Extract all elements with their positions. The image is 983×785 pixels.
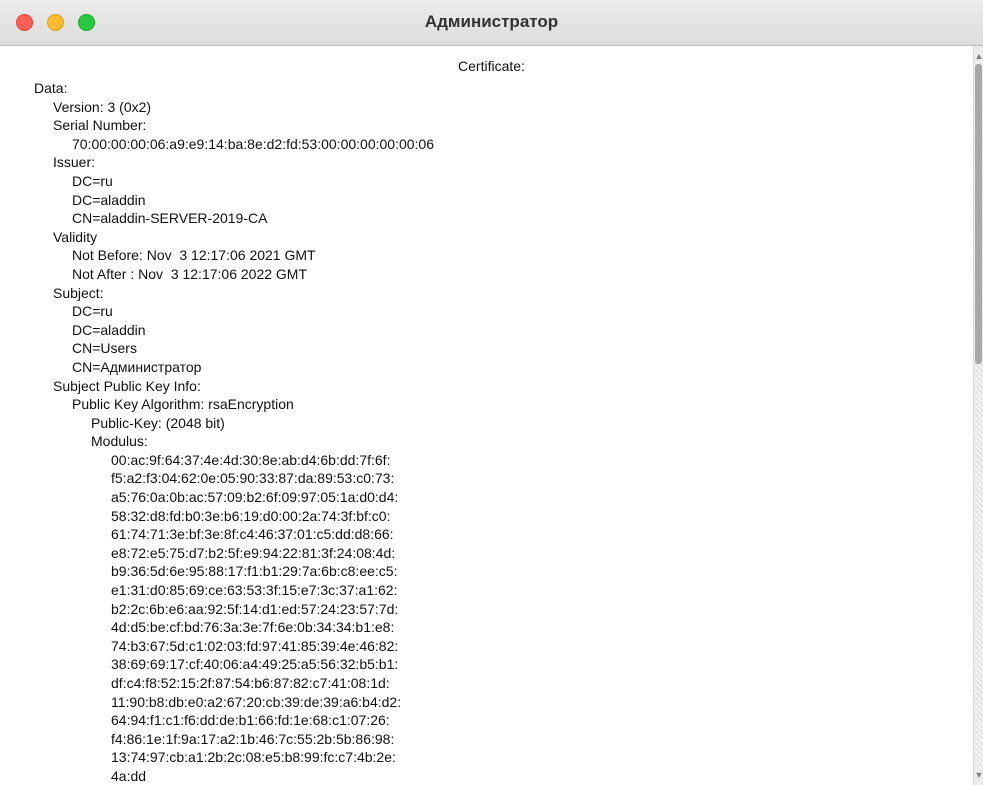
- certificate-header: Certificate:: [458, 58, 525, 74]
- certificate-line: e8:72:e5:75:d7:b2:5f:e9:94:22:81:3f:24:0…: [111, 544, 396, 561]
- certificate-line: CN=Users: [72, 340, 137, 357]
- certificate-line: 64:94:f1:c1:f6:dd:de:b1:66:fd:1e:68:c1:0…: [111, 712, 390, 729]
- chevron-down-icon[interactable]: ▼: [974, 769, 983, 781]
- certificate-line: e1:31:d0:85:69:ce:63:53:3f:15:e7:3c:37:a…: [111, 582, 398, 599]
- certificate-line: CN=Администратор: [72, 358, 202, 375]
- certificate-line: CN=aladdin-SERVER-2019-CA: [72, 210, 268, 227]
- certificate-line: Subject Public Key Info:: [53, 377, 201, 394]
- certificate-line: Version: 3 (0x2): [53, 98, 152, 115]
- certificate-line: a5:76:0a:0b:ac:57:09:b2:6f:09:97:05:1a:d…: [111, 489, 399, 506]
- window: Администратор Certificate: Data: Version:…: [0, 0, 983, 785]
- certificate-line: Issuer:: [53, 154, 96, 171]
- vertical-scrollbar[interactable]: ▲ ▼: [973, 46, 983, 785]
- certificate-line: b2:2c:6b:e6:aa:92:5f:14:d1:ed:57:24:23:5…: [111, 600, 399, 617]
- certificate-line: b9:36:5d:6e:95:88:17:f1:b1:29:7a:6b:c8:e…: [111, 563, 398, 580]
- title-bar[interactable]: Администратор: [0, 0, 983, 46]
- certificate-line: 61:74:71:3e:bf:3e:8f:c4:46:37:01:c5:dd:d…: [111, 526, 394, 543]
- certificate-line: DC=ru: [72, 172, 113, 189]
- certificate-line: DC=ru: [72, 303, 113, 320]
- certificate-line: DC=aladdin: [72, 191, 146, 208]
- certificate-line: Not After : Nov 3 12:17:06 2022 GMT: [72, 265, 308, 282]
- certificate-line: 11:90:b8:db:e0:a2:67:20:cb:39:de:39:a6:b…: [111, 693, 402, 710]
- certificate-line: Public-Key: (2048 bit): [91, 414, 225, 431]
- certificate-line: 38:69:69:17:cf:40:06:a4:49:25:a5:56:32:b…: [111, 656, 399, 673]
- certificate-line: 4a:dd: [111, 767, 147, 784]
- certificate-line: Serial Number:: [53, 117, 147, 134]
- certificate-lines: Data: Version: 3 (0x2) Serial Number: 70:00…: [0, 79, 960, 785]
- certificate-text-area[interactable]: Certificate: Data: Version: 3 (0x2) Serial…: [0, 46, 973, 785]
- certificate-line: Data:: [34, 80, 68, 96]
- certificate-line: 00:ac:9f:64:37:4e:4d:30:8e:ab:d4:6b:dd:7…: [111, 451, 391, 468]
- certificate-line: Modulus:: [91, 433, 148, 450]
- scrollbar-thumb[interactable]: [975, 64, 982, 364]
- certificate-line: f4:86:1e:1f:9a:17:a2:1b:46:7c:55:2b:5b:8…: [111, 730, 395, 747]
- chevron-up-icon[interactable]: ▲: [974, 50, 983, 62]
- window-title: Администратор: [424, 12, 559, 31]
- certificate-line: f5:a2:f3:04:62:0e:05:90:33:87:da:89:53:c…: [111, 470, 395, 487]
- certificate-line: Subject:: [53, 284, 104, 301]
- certificate-line: Public Key Algorithm: rsaEncryption: [72, 396, 294, 413]
- certificate-line: df:c4:f8:52:15:2f:87:54:b6:87:82:c7:41:0…: [111, 675, 390, 691]
- certificate-line: 13:74:97:cb:a1:2b:2c:08:e5:b8:99:fc:c7:4…: [111, 749, 396, 766]
- certificate-line: 4d:d5:be:cf:bd:76:3a:3e:7f:6e:0b:34:34:b…: [111, 619, 395, 636]
- certificate-line: Not Before: Nov 3 12:17:06 2021 GMT: [72, 247, 316, 264]
- certificate-line: 70:00:00:00:06:a9:e9:14:ba:8e:d2:fd:53:0…: [72, 135, 434, 152]
- certificate-line: Validity: [53, 228, 98, 245]
- certificate-line: 58:32:d8:fd:b0:3e:b6:19:d0:00:2a:74:3f:b…: [111, 507, 391, 524]
- certificate-line: DC=aladdin: [72, 321, 146, 338]
- certificate-line: 74:b3:67:5d:c1:02:03:fd:97:41:85:39:4e:4…: [111, 637, 399, 654]
